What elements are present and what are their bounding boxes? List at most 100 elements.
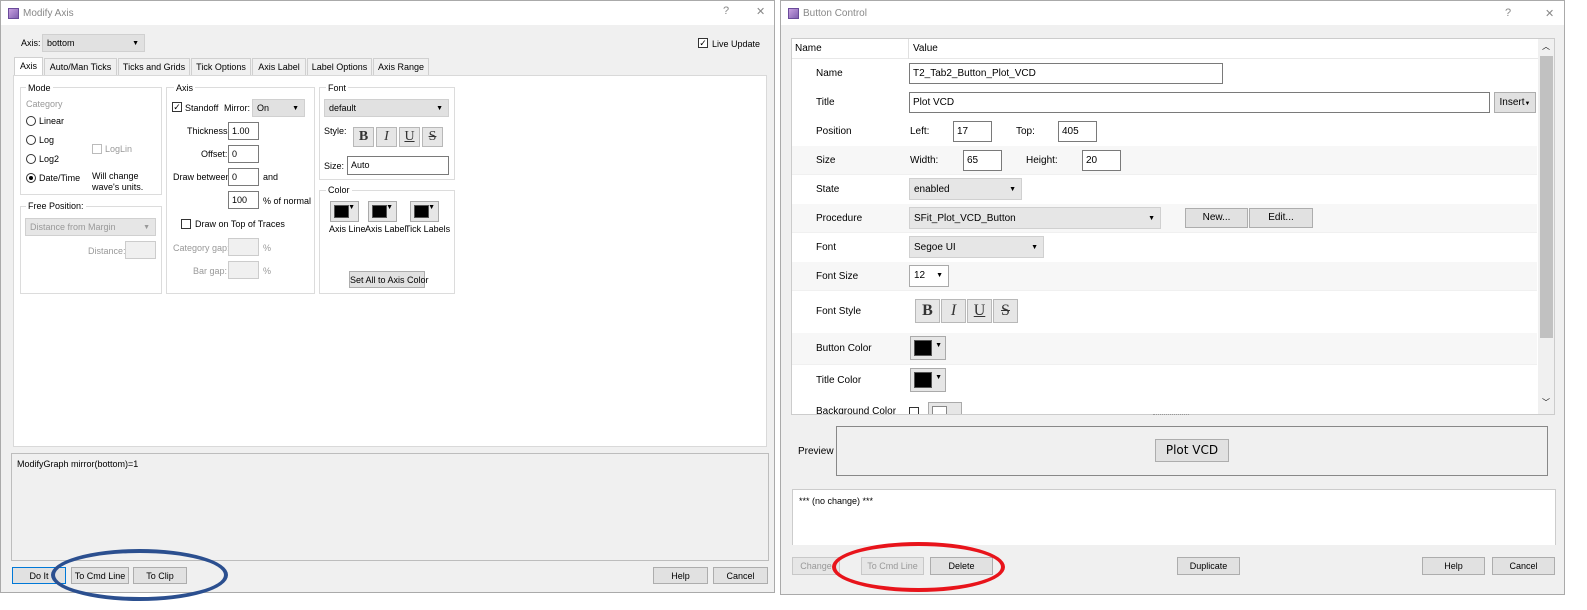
free-position-select[interactable]: Distance from Margin ▼ <box>25 218 156 236</box>
live-update-checkbox[interactable]: ✓ <box>698 38 708 48</box>
to-cmd-line-button[interactable]: To Cmd Line <box>71 567 129 584</box>
italic-button[interactable]: I <box>376 127 397 147</box>
font-value: default <box>329 103 357 113</box>
title-field[interactable]: Plot VCD <box>909 92 1490 113</box>
do-it-button[interactable]: Do It <box>12 567 66 584</box>
underline-button[interactable]: U <box>967 299 992 323</box>
chevron-down-icon: ▼ <box>292 105 299 112</box>
button-color-row-label: Button Color <box>816 343 872 354</box>
log2-radio[interactable] <box>26 154 36 164</box>
axis-label-color-swatch[interactable]: ▼ <box>368 201 397 222</box>
style-label: Style: <box>324 126 347 136</box>
command-box[interactable]: ModifyGraph mirror(bottom)=1 <box>11 453 769 561</box>
font-size-select[interactable]: 12 ▼ <box>909 265 949 287</box>
tab-axis-range[interactable]: Axis Range <box>373 58 429 75</box>
background-color-swatch[interactable] <box>928 402 962 414</box>
help-button[interactable]: Help <box>653 567 708 584</box>
draw-on-top-checkbox[interactable] <box>181 219 191 229</box>
tab-auto-man-ticks[interactable]: Auto/Man Ticks <box>44 58 117 75</box>
help-icon[interactable]: ? <box>1505 7 1511 19</box>
chevron-down-icon: ▼ <box>132 40 139 47</box>
command-text: ModifyGraph mirror(bottom)=1 <box>17 459 139 469</box>
mirror-label: Mirror: <box>224 103 250 113</box>
change-button[interactable]: Change <box>792 557 840 575</box>
draw-between-to-field[interactable]: 100 <box>228 191 259 209</box>
button-color-swatch[interactable]: ▼ <box>910 336 946 360</box>
row-bg <box>792 204 1537 233</box>
category-gap-field[interactable] <box>228 238 259 256</box>
close-icon[interactable]: ✕ <box>756 5 765 18</box>
loglin-checkbox[interactable] <box>92 144 102 154</box>
linear-radio[interactable] <box>26 116 36 126</box>
cancel-button[interactable]: Cancel <box>713 567 768 584</box>
resize-grip[interactable] <box>1153 414 1189 417</box>
scroll-down-icon[interactable]: ﹀ <box>1542 397 1550 408</box>
preview-plot-vcd-button[interactable]: Plot VCD <box>1155 439 1229 462</box>
height-label: Height: <box>1026 155 1058 166</box>
offset-field[interactable]: 0 <box>228 145 259 163</box>
log-radio[interactable] <box>26 135 36 145</box>
background-color-checkbox[interactable] <box>909 407 919 414</box>
tick-labels-color-swatch[interactable]: ▼ <box>410 201 439 222</box>
insert-button[interactable]: Insert▼ <box>1494 92 1536 113</box>
left-field[interactable]: 17 <box>953 121 992 142</box>
close-icon[interactable]: ✕ <box>1545 7 1554 20</box>
to-clip-button[interactable]: To Clip <box>133 567 187 584</box>
bar-gap-field[interactable] <box>228 261 259 279</box>
scrollbar[interactable]: ︿ ﹀ <box>1538 39 1554 414</box>
tab-tick-options[interactable]: Tick Options <box>191 58 251 75</box>
chevron-down-icon: ▼ <box>936 272 943 279</box>
linear-label: Linear <box>39 116 65 126</box>
help-icon[interactable]: ? <box>723 5 729 17</box>
draw-between-from-field[interactable]: 0 <box>228 168 259 186</box>
modify-axis-window: Modify Axis ? ✕ Axis: bottom ▼ ✓ Live Upd… <box>0 0 775 593</box>
scroll-thumb[interactable] <box>1540 56 1553 338</box>
tab-axis[interactable]: Axis <box>14 57 43 75</box>
distance-field[interactable] <box>125 241 156 259</box>
tab-ticks-and-grids[interactable]: Ticks and Grids <box>118 58 190 75</box>
edit-procedure-button[interactable]: Edit... <box>1249 208 1313 228</box>
mode-group-title: Mode <box>26 83 53 93</box>
thickness-field[interactable]: 1.00 <box>228 122 259 140</box>
duplicate-button[interactable]: Duplicate <box>1177 557 1240 575</box>
tab-label-options[interactable]: Label Options <box>307 58 372 75</box>
axis-line-color-swatch[interactable]: ▼ <box>330 201 359 222</box>
axis-select[interactable]: bottom ▼ <box>42 34 145 52</box>
strikethrough-button[interactable]: S <box>993 299 1018 323</box>
set-all-to-axis-color-button[interactable]: Set All to Axis Color <box>349 271 429 288</box>
height-field[interactable]: 20 <box>1082 150 1121 171</box>
mirror-select[interactable]: On ▼ <box>252 99 305 117</box>
title-color-row-label: Title Color <box>816 375 862 386</box>
to-cmd-line-button[interactable]: To Cmd Line <box>861 557 924 575</box>
strikethrough-button[interactable]: S <box>422 127 443 147</box>
title-color-swatch[interactable]: ▼ <box>910 368 946 392</box>
font-select[interactable]: default ▼ <box>324 99 449 117</box>
procedure-value: SFit_Plot_VCD_Button <box>914 213 1016 224</box>
chevron-down-icon: ▼ <box>935 342 942 349</box>
font-size-field[interactable]: Auto <box>347 156 449 175</box>
row-bg <box>792 262 1537 291</box>
delete-button[interactable]: Delete <box>930 557 993 575</box>
width-field[interactable]: 65 <box>963 150 1002 171</box>
state-select[interactable]: enabled ▼ <box>909 178 1022 200</box>
bold-button[interactable]: B <box>915 299 940 323</box>
datetime-radio[interactable] <box>26 173 36 183</box>
scroll-up-icon[interactable]: ︿ <box>1542 41 1550 52</box>
top-field[interactable]: 405 <box>1058 121 1097 142</box>
tab-axis-label[interactable]: Axis Label <box>252 58 306 75</box>
bold-button[interactable]: B <box>353 127 374 147</box>
category-gap-label: Category gap: <box>173 243 230 253</box>
axis-select-label: Axis: <box>21 38 41 48</box>
column-divider <box>908 39 909 59</box>
help-button[interactable]: Help <box>1422 557 1485 575</box>
category-gap-pct: % <box>263 243 272 253</box>
procedure-select[interactable]: SFit_Plot_VCD_Button ▼ <box>909 207 1161 229</box>
font-select[interactable]: Segoe UI ▼ <box>909 236 1044 258</box>
new-procedure-button[interactable]: New... <box>1185 208 1248 228</box>
name-field[interactable]: T2_Tab2_Button_Plot_VCD <box>909 63 1223 84</box>
standoff-checkbox[interactable]: ✓ <box>172 102 182 112</box>
font-style-row-label: Font Style <box>816 306 862 317</box>
cancel-button[interactable]: Cancel <box>1492 557 1555 575</box>
italic-button[interactable]: I <box>941 299 966 323</box>
underline-button[interactable]: U <box>399 127 420 147</box>
